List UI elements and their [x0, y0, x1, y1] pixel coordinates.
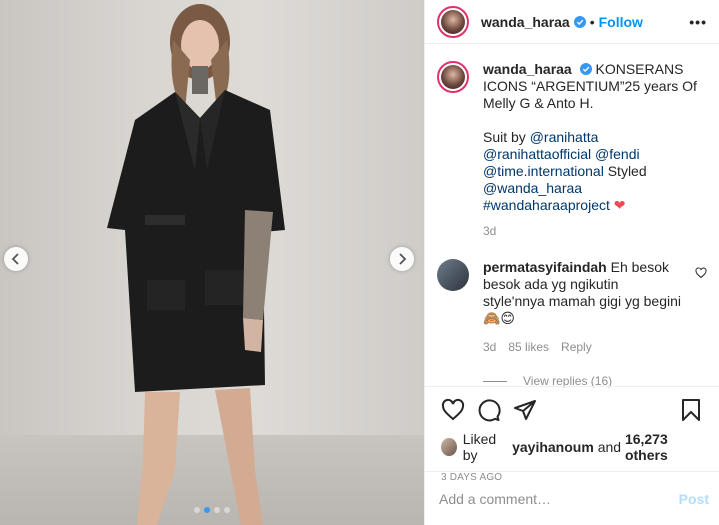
commenter-avatar[interactable]	[437, 259, 469, 291]
person-figure	[107, 4, 285, 525]
carousel-dot[interactable]	[224, 507, 230, 513]
replies-divider	[483, 380, 507, 382]
caption-suit-by: Suit by	[483, 129, 526, 145]
commenter-username[interactable]: permatasyifaindah	[483, 259, 607, 275]
heart-icon[interactable]	[441, 398, 465, 422]
carousel-prev-button[interactable]	[4, 247, 28, 271]
mention-link[interactable]: @fendi	[595, 146, 640, 162]
comment-composer: Post	[425, 471, 719, 525]
liked-by-user[interactable]: yayihanoum	[512, 439, 594, 455]
separator-dot: •	[589, 13, 595, 30]
bookmark-icon[interactable]	[679, 398, 703, 422]
comments-list: wanda_haraa KONSERANS ICONS “ARGENTIUM”2…	[425, 61, 719, 388]
verified-badge-icon	[579, 63, 592, 75]
post-photo[interactable]	[0, 0, 424, 525]
avatar[interactable]	[437, 5, 469, 38]
comment-item: permatasyifaindah Eh besok besok ada yg …	[437, 259, 707, 354]
action-icons	[441, 387, 703, 433]
liked-by-count[interactable]: 16,273 others	[625, 431, 703, 463]
carousel-dots	[0, 507, 424, 513]
liker-avatar[interactable]	[441, 438, 457, 456]
header-username[interactable]: wanda_haraa	[481, 14, 570, 30]
comment-age[interactable]: 3d	[483, 340, 496, 354]
caption-styled: Styled	[607, 163, 647, 179]
caption-avatar[interactable]	[437, 61, 469, 93]
post-side-panel: wanda_haraa • Follow ••• wanda_haraa KON…	[424, 0, 719, 525]
carousel-next-button[interactable]	[390, 247, 414, 271]
chevron-right-icon	[399, 253, 407, 265]
mention-link[interactable]: @ranihatta	[530, 129, 599, 145]
mention-link[interactable]: @wanda_haraa	[483, 180, 582, 196]
comment-icon[interactable]	[477, 398, 501, 422]
caption-text: wanda_haraa KONSERANS ICONS “ARGENTIUM”2…	[483, 61, 709, 214]
carousel-dot[interactable]	[214, 507, 220, 513]
comment-emojis: 🙈😊	[483, 310, 516, 326]
comment-likes[interactable]: 85 likes	[508, 340, 549, 354]
paper-plane-icon[interactable]	[513, 398, 537, 422]
caption: wanda_haraa KONSERANS ICONS “ARGENTIUM”2…	[437, 61, 707, 238]
caption-age: 3d	[483, 224, 497, 238]
mention-link[interactable]: @time.international	[483, 163, 604, 179]
comment-input[interactable]	[439, 490, 679, 507]
liked-by-and: and	[597, 439, 622, 455]
post-comment-button[interactable]: Post	[679, 491, 709, 507]
post-header: wanda_haraa • Follow •••	[425, 0, 719, 44]
caption-username[interactable]: wanda_haraa	[483, 61, 572, 77]
liked-by-prefix: Liked by	[462, 431, 497, 463]
comment-text: permatasyifaindah Eh besok besok ada yg …	[483, 259, 683, 327]
carousel-dot[interactable]	[194, 507, 200, 513]
likes-summary: Liked by yayihanoum and 16,273 others	[441, 431, 703, 463]
hashtag-link[interactable]: #wandaharaaproject	[483, 197, 610, 213]
more-options-icon[interactable]: •••	[689, 14, 707, 30]
verified-badge-icon	[573, 15, 586, 28]
carousel-dot-active[interactable]	[204, 507, 210, 513]
mention-link[interactable]: @ranihattaofficial	[483, 146, 591, 162]
comment-like-heart-icon[interactable]	[695, 267, 707, 279]
reply-button[interactable]: Reply	[561, 340, 592, 354]
comment-meta: 3d 85 likes Reply	[483, 340, 683, 354]
post-actions: Liked by yayihanoum and 16,273 others 3 …	[425, 386, 719, 483]
red-heart-emoji: ❤	[613, 197, 626, 213]
follow-button[interactable]: Follow	[599, 14, 643, 30]
chevron-left-icon	[11, 253, 19, 265]
